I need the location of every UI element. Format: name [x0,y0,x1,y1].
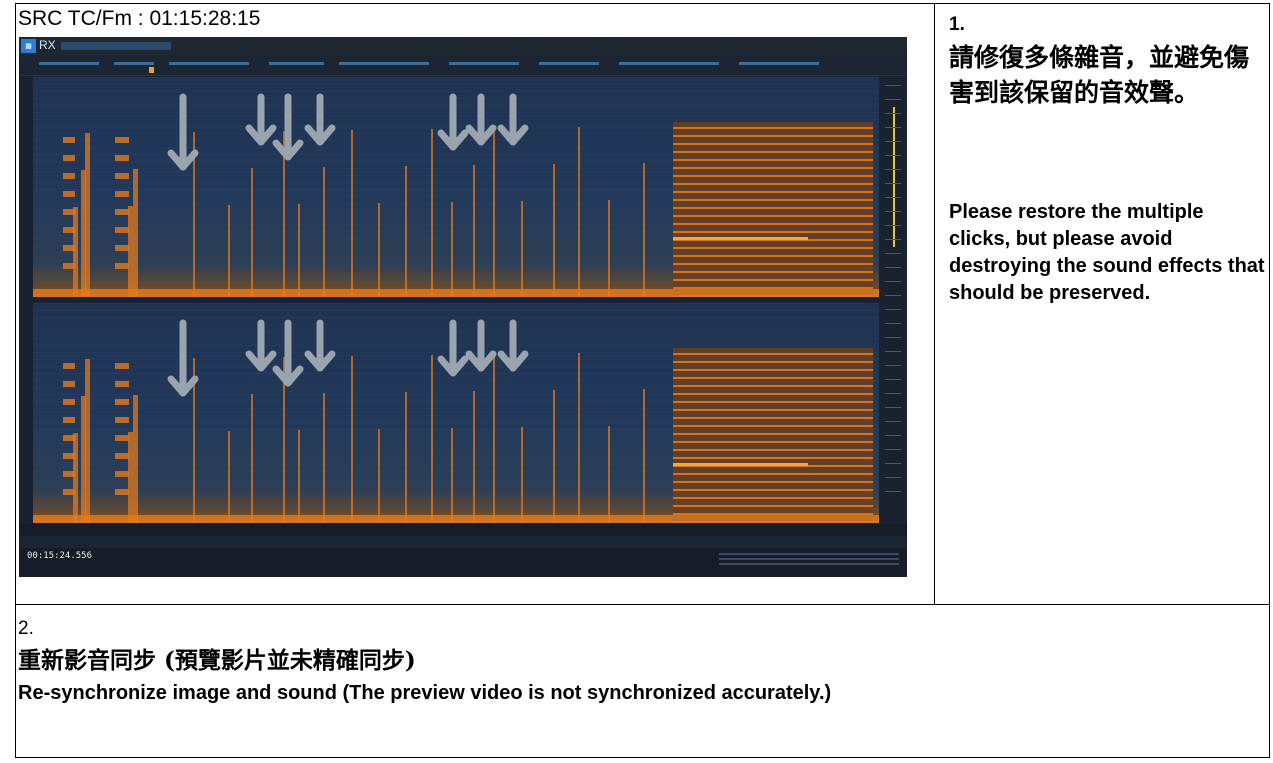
playhead-marker [149,67,154,73]
frequency-scale [881,77,907,523]
frequency-tick [885,127,901,128]
frequency-tick [885,225,901,226]
rx-app-name: RX [39,38,56,52]
rx-screenshot: ▦ RX 00:15:24.556 [19,37,907,577]
frequency-tick [885,477,901,478]
frequency-tick [885,85,901,86]
frequency-tick [885,309,901,310]
frequency-tick [885,323,901,324]
level-meter [893,107,895,247]
item-1-text-en: Please restore the multiple clicks, but … [949,201,1265,304]
frequency-tick [885,393,901,394]
frequency-tick [885,267,901,268]
item-2-text-en: Re-synchronize image and sound (The prev… [18,682,832,704]
row-divider [16,604,1269,605]
rx-titlebar: ▦ RX [19,37,907,55]
rx-toolbar [19,536,907,548]
down-arrow-icon [167,93,199,171]
frequency-tick [885,169,901,170]
frequency-tick [885,155,901,156]
frequency-tick [885,365,901,366]
rx-selection-info [719,550,899,574]
frequency-tick [885,337,901,338]
frequency-tick [885,463,901,464]
frequency-tick [885,253,901,254]
spectrogram-right-svg [33,303,879,523]
frequency-tick [885,379,901,380]
frequency-tick [885,421,901,422]
down-arrow-icon [437,319,469,377]
column-divider [934,4,935,604]
frequency-tick [885,141,901,142]
rx-time-readout: 00:15:24.556 [27,551,93,561]
rx-logo-icon: ▦ [21,39,36,53]
frequency-tick [885,183,901,184]
item-2-text-zh: 重新影音同步 (預覽影片並未精確同步) [18,647,416,674]
item-2-number: 2. [18,618,34,639]
down-arrow-icon [167,319,199,397]
spectrogram-channel-right [33,303,879,523]
rx-file-tab [61,42,171,50]
frequency-tick [885,99,901,100]
frequency-tick [885,449,901,450]
rx-timeline [19,524,907,536]
frequency-tick [885,435,901,436]
frequency-tick [885,281,901,282]
frequency-tick [885,295,901,296]
down-arrow-icon [437,93,469,151]
spectrogram-left-svg [33,77,879,297]
item-1-number: 1. [949,14,965,35]
frequency-tick [885,197,901,198]
instruction-table: SRC TC/Fm : 01:15:28:15 ▦ RX 00:15:24.55… [15,3,1270,758]
item-1-text-zh: 請修復多條雜音，並避免傷害到該保留的音效聲。 [949,43,1250,107]
spectrogram-channel-left [33,77,879,297]
frequency-tick [885,407,901,408]
frequency-tick [885,491,901,492]
frequency-tick [885,239,901,240]
frequency-tick [885,351,901,352]
frequency-tick [885,211,901,212]
frequency-tick [885,113,901,114]
timecode-label: SRC TC/Fm : 01:15:28:15 [18,7,261,30]
